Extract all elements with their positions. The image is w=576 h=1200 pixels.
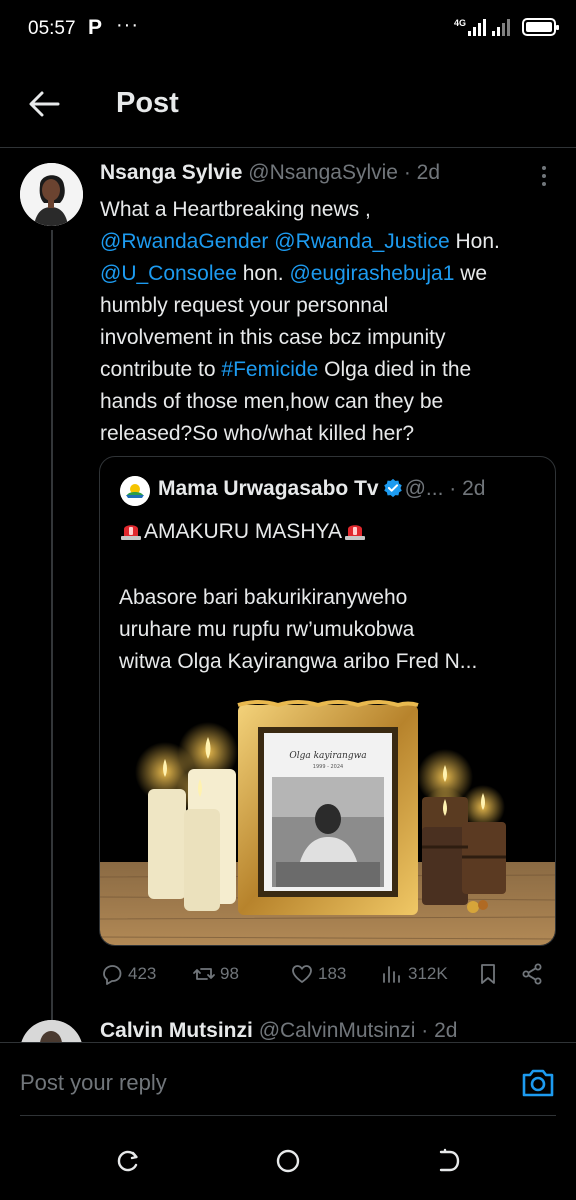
repost-count: 98 <box>220 964 239 983</box>
network-type: 4G <box>453 18 466 28</box>
tweet-text-line: released?So who/what killed her? <box>100 418 560 450</box>
views-button[interactable]: 312K <box>380 962 448 986</box>
memorial-image[interactable]: Olga kayirangwa 1999 - 2024 <box>100 697 556 946</box>
frame-dates-text: 1999 - 2024 <box>313 764 343 770</box>
tweet-text-segment: released?So who/what killed her? <box>100 422 415 445</box>
reply-button[interactable]: 423 <box>100 962 156 986</box>
next-post-time: · 2d <box>421 1019 458 1042</box>
mention-link[interactable]: @U_Consolee <box>100 262 237 285</box>
tweet-text-line: What a Heartbreaking news , <box>100 194 560 226</box>
tweet-text-segment: What a Heartbreaking news , <box>100 198 371 221</box>
next-post-header: Calvin Mutsinzi @CalvinMutsinzi · 2d <box>100 1019 457 1043</box>
frame-name-text: Olga kayirangwa <box>289 751 366 761</box>
heart-icon <box>292 965 312 983</box>
tweet-text-segment: hon. <box>236 262 290 285</box>
share-button[interactable] <box>520 962 544 986</box>
share-icon <box>522 963 542 985</box>
bookmark-icon <box>481 964 495 984</box>
quote-text: Abasore bari bakurikiranyweho uruhare mu… <box>119 582 539 678</box>
tweet-header: Nsanga Sylvie @NsangaSylvie · 2d <box>100 161 440 185</box>
tweet-text-line: humbly request your personnal <box>100 290 560 322</box>
tweet-text-segment: involvement in this case bcz impunity <box>100 326 446 349</box>
like-count: 183 <box>318 964 347 983</box>
verified-badge-icon <box>383 478 402 498</box>
avatar[interactable] <box>20 163 83 226</box>
quote-author-handle: @... <box>404 477 444 500</box>
app-notification-icon: P <box>88 16 103 39</box>
more-options-icon[interactable] <box>536 166 552 190</box>
page-header: Post <box>0 60 576 148</box>
status-time: 05:57 <box>28 18 76 39</box>
reply-input[interactable] <box>20 1070 480 1096</box>
quote-title: AMAKURU MASHYA <box>118 519 368 544</box>
page-title: Post <box>116 87 179 119</box>
tweet-text-segment: we <box>454 262 488 285</box>
tweet-text-line: @RwandaGender @Rwanda_Justice Hon. <box>100 226 560 258</box>
next-author-handle[interactable]: @CalvinMutsinzi <box>259 1019 416 1042</box>
tweet-text-segment: hands of those men,how can they be <box>100 390 444 413</box>
reply-divider <box>20 1115 556 1116</box>
signal-icon-2 <box>492 18 510 36</box>
quote-line: witwa Olga Kayirangwa aribo Fred N... <box>119 650 478 673</box>
reply-bar <box>0 1042 576 1118</box>
repost-icon <box>193 968 215 980</box>
tweet-text: What a Heartbreaking news , @RwandaGender… <box>100 194 560 450</box>
back-arrow-icon[interactable] <box>24 84 64 124</box>
tweet-text-line: @U_Consolee hon. @eugirashebuja1 we <box>100 258 560 290</box>
home-icon[interactable] <box>275 1148 301 1174</box>
status-indicators: 4G <box>453 18 559 36</box>
status-bar: 05:57 P ··· 4G <box>0 0 576 60</box>
tweet-text-line: hands of those men,how can they be <box>100 386 560 418</box>
quote-line: Abasore bari bakurikiranyweho <box>119 586 408 609</box>
quote-title-text: AMAKURU MASHYA <box>144 520 342 543</box>
tweet-text-line: involvement in this case bcz impunity <box>100 322 560 354</box>
tweet-text-segment: contribute to <box>100 358 222 381</box>
bookmark-button[interactable] <box>476 962 500 986</box>
mention-link[interactable]: @RwandaGender <box>100 230 268 253</box>
signal-icon <box>468 18 486 36</box>
tweet-actions: 423 98 183 312K <box>100 962 550 992</box>
views-chart-icon <box>383 966 400 983</box>
like-button[interactable]: 183 <box>290 962 346 986</box>
camera-icon[interactable] <box>520 1067 556 1099</box>
tweet-text-segment: Olga died in the <box>318 358 472 381</box>
siren-icon <box>344 525 365 540</box>
tweet-time: · 2d <box>403 161 440 184</box>
quote-line: uruhare mu rupfu rw’umukobwa <box>119 618 415 641</box>
quote-header: Mama Urwagasabo Tv @... · 2d <box>158 477 485 501</box>
quote-avatar <box>120 476 150 506</box>
more-notifications-icon: ··· <box>116 14 139 36</box>
thread-line <box>51 230 53 1020</box>
siren-icon <box>121 525 141 540</box>
hashtag-link[interactable]: #Femicide <box>221 358 318 381</box>
view-count: 312K <box>408 964 448 983</box>
back-nav-icon[interactable] <box>436 1148 462 1174</box>
tweet-text-line: contribute to #Femicide Olga died in the <box>100 354 560 386</box>
quote-time: · 2d <box>449 477 486 500</box>
author-name[interactable]: Nsanga Sylvie <box>100 161 242 184</box>
mention-link[interactable]: @eugirashebuja1 <box>289 262 454 285</box>
tweet-text-segment: humbly request your personnal <box>100 294 389 317</box>
battery-icon <box>522 18 559 36</box>
tweet-text-segment: Hon. <box>449 230 500 253</box>
author-handle[interactable]: @NsangaSylvie <box>248 161 398 184</box>
quoted-post[interactable]: Mama Urwagasabo Tv @... · 2d AMAKURU MAS… <box>99 456 556 946</box>
mention-link[interactable]: @Rwanda_Justice <box>274 230 449 253</box>
system-nav-bar <box>0 1118 576 1200</box>
reply-count: 423 <box>128 964 157 983</box>
recents-icon[interactable] <box>115 1148 141 1174</box>
reply-icon <box>103 965 122 985</box>
quote-author-name: Mama Urwagasabo Tv <box>158 477 379 500</box>
repost-button[interactable]: 98 <box>192 962 239 986</box>
next-author-name[interactable]: Calvin Mutsinzi <box>100 1019 253 1042</box>
